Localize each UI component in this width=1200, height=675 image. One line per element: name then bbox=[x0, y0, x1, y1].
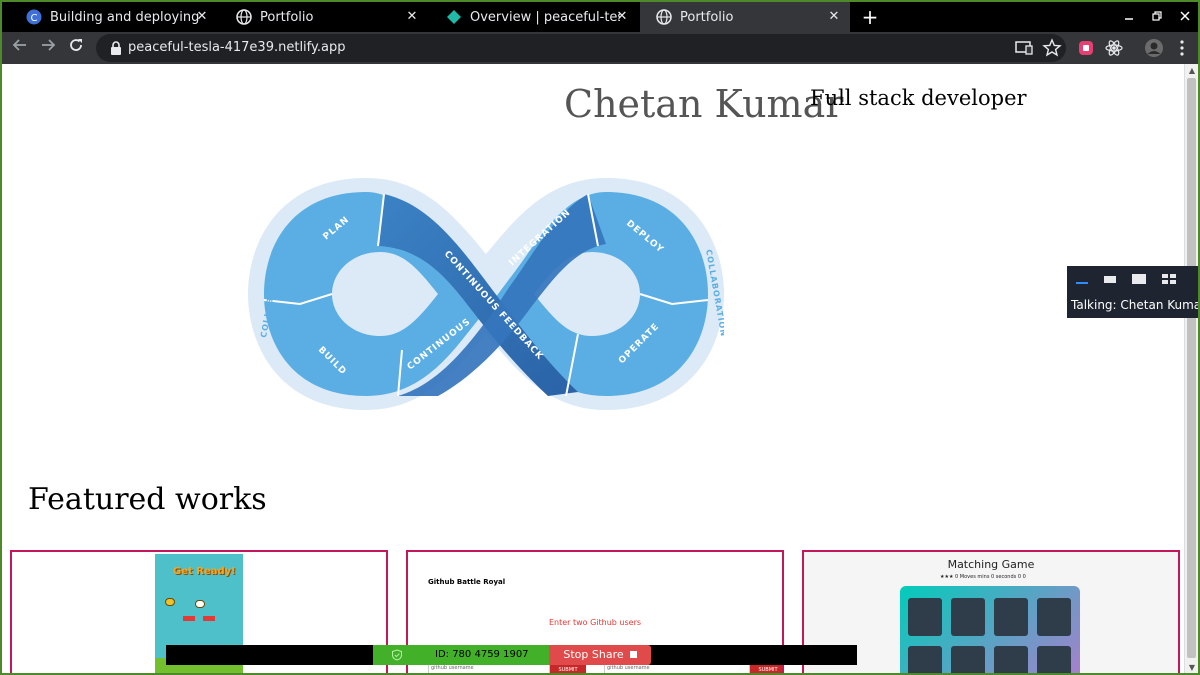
page-title: Chetan Kumar bbox=[564, 82, 844, 126]
kebab-menu-icon[interactable] bbox=[1172, 38, 1192, 58]
tab-netlify-overview[interactable]: Overview | peaceful-tesla ✕ bbox=[430, 2, 638, 32]
speaker-view-icon[interactable] bbox=[1131, 273, 1147, 285]
github-battle-title: Github Battle Royal bbox=[428, 578, 506, 586]
netlify-diamond-icon bbox=[447, 10, 461, 24]
tab-label: Portfolio bbox=[680, 9, 734, 25]
meeting-id-text: ID: 780 4759 1907 bbox=[435, 649, 529, 660]
github-user-input: github username bbox=[428, 664, 550, 673]
talking-indicator: Talking: Chetan Kumar bbox=[1071, 298, 1200, 312]
game-card-tile bbox=[1037, 646, 1071, 673]
gallery-view-icon[interactable] bbox=[1161, 273, 1177, 285]
close-icon[interactable]: ✕ bbox=[826, 9, 842, 25]
tab-building-deploying[interactable]: C Building and deploying fi ✕ bbox=[10, 2, 218, 32]
new-tab-button[interactable]: + bbox=[858, 5, 882, 29]
globe-icon bbox=[656, 9, 672, 25]
stop-share-button[interactable]: Stop Share bbox=[549, 645, 651, 665]
minimize-view-icon[interactable] bbox=[1075, 273, 1089, 285]
close-icon bbox=[1180, 11, 1190, 21]
reload-icon bbox=[70, 39, 82, 51]
work-card-matching-game[interactable]: Matching Game ★★★ 0 Moves mins 0 seconds… bbox=[802, 550, 1180, 673]
back-button[interactable] bbox=[8, 36, 32, 60]
close-window-button[interactable] bbox=[1170, 2, 1198, 32]
tab-strip: C Building and deploying fi ✕ Portfolio … bbox=[2, 2, 1198, 32]
close-icon[interactable]: ✕ bbox=[404, 9, 420, 25]
lock-icon[interactable] bbox=[108, 40, 124, 56]
stop-square-icon bbox=[629, 651, 637, 658]
tab-label: Portfolio bbox=[260, 9, 314, 25]
url-text[interactable]: peaceful-tesla-417e39.netlify.app bbox=[128, 40, 345, 55]
forward-button[interactable] bbox=[36, 36, 60, 60]
web-page: Chetan Kumar Full stack developer PLAN B… bbox=[2, 64, 1198, 673]
github-user-input: github username bbox=[604, 664, 750, 673]
restore-button[interactable] bbox=[1142, 2, 1172, 32]
game-card-tile bbox=[1037, 598, 1071, 636]
reload-button[interactable] bbox=[64, 36, 88, 60]
bird-sprite bbox=[165, 598, 175, 606]
matching-game-board bbox=[900, 586, 1080, 673]
game-card-tile bbox=[994, 598, 1028, 636]
tab-portfolio-1[interactable]: Portfolio ✕ bbox=[220, 2, 428, 32]
close-icon[interactable]: ✕ bbox=[614, 9, 630, 25]
svg-text:C: C bbox=[31, 13, 38, 24]
cast-icon[interactable] bbox=[1014, 38, 1034, 58]
flappy-title: Get Ready! bbox=[173, 566, 236, 577]
zoom-share-bar: ID: 780 4759 1907 Stop Share bbox=[166, 645, 857, 665]
tab-label: Overview | peaceful-tesla bbox=[470, 9, 620, 25]
zoom-video-panel: Talking: Chetan Kumar bbox=[1067, 266, 1200, 318]
game-card-tile bbox=[994, 646, 1028, 673]
minimize-icon bbox=[1125, 18, 1133, 20]
extension-record-icon[interactable] bbox=[1076, 38, 1096, 58]
section-heading-featured: Featured works bbox=[28, 482, 267, 517]
github-battle-prompt: Enter two Github users bbox=[548, 618, 642, 627]
star-icon[interactable] bbox=[1042, 38, 1062, 58]
small-view-icon[interactable] bbox=[1103, 273, 1117, 285]
matching-game-score: ★★★ 0 Moves mins 0 seconds 0 0 bbox=[940, 574, 1026, 580]
flappy-button bbox=[203, 616, 215, 621]
shield-check-icon bbox=[392, 649, 402, 661]
page-subtitle: Full stack developer bbox=[810, 86, 1027, 110]
github-submit-button: SUBMIT bbox=[750, 664, 782, 673]
game-card-tile bbox=[908, 598, 942, 636]
tap-hint-sprite bbox=[195, 600, 205, 608]
stop-share-label: Stop Share bbox=[563, 648, 624, 661]
scrollbar-thumb[interactable] bbox=[1187, 78, 1196, 658]
game-card-tile bbox=[951, 646, 985, 673]
close-icon[interactable]: ✕ bbox=[194, 9, 210, 25]
matching-game-title: Matching Game bbox=[947, 558, 1035, 571]
game-card-tile bbox=[951, 598, 985, 636]
flappy-button bbox=[183, 616, 195, 621]
screen: C Building and deploying fi ✕ Portfolio … bbox=[0, 0, 1200, 675]
arrow-right-icon bbox=[42, 39, 56, 51]
zoom-view-switcher bbox=[1067, 266, 1198, 292]
scroll-down-icon[interactable]: ▼ bbox=[1187, 663, 1197, 673]
react-devtools-icon[interactable] bbox=[1104, 38, 1124, 58]
restore-icon bbox=[1152, 11, 1162, 21]
tab-portfolio-active[interactable]: Portfolio ✕ bbox=[640, 2, 850, 32]
page-scrollbar[interactable]: ▲ ▼ bbox=[1184, 64, 1198, 673]
arrow-left-icon bbox=[12, 39, 26, 51]
game-card-tile bbox=[908, 646, 942, 673]
meeting-id-badge[interactable]: ID: 780 4759 1907 bbox=[373, 645, 549, 665]
minimize-button[interactable] bbox=[1114, 2, 1144, 32]
avatar[interactable] bbox=[1144, 38, 1164, 58]
address-bar[interactable]: peaceful-tesla-417e39.netlify.app bbox=[96, 34, 1066, 62]
devops-infinity-image: PLAN BUILD CONTINUOUS CONTINUOUS FEEDBAC… bbox=[248, 178, 724, 410]
github-submit-button: SUBMIT bbox=[550, 664, 586, 673]
globe-icon bbox=[236, 9, 252, 25]
browser-toolbar: peaceful-tesla-417e39.netlify.app bbox=[2, 32, 1198, 64]
c-logo-icon: C bbox=[26, 9, 42, 25]
scroll-up-icon[interactable]: ▲ bbox=[1187, 66, 1197, 76]
tab-label: Building and deploying fi bbox=[50, 9, 200, 25]
